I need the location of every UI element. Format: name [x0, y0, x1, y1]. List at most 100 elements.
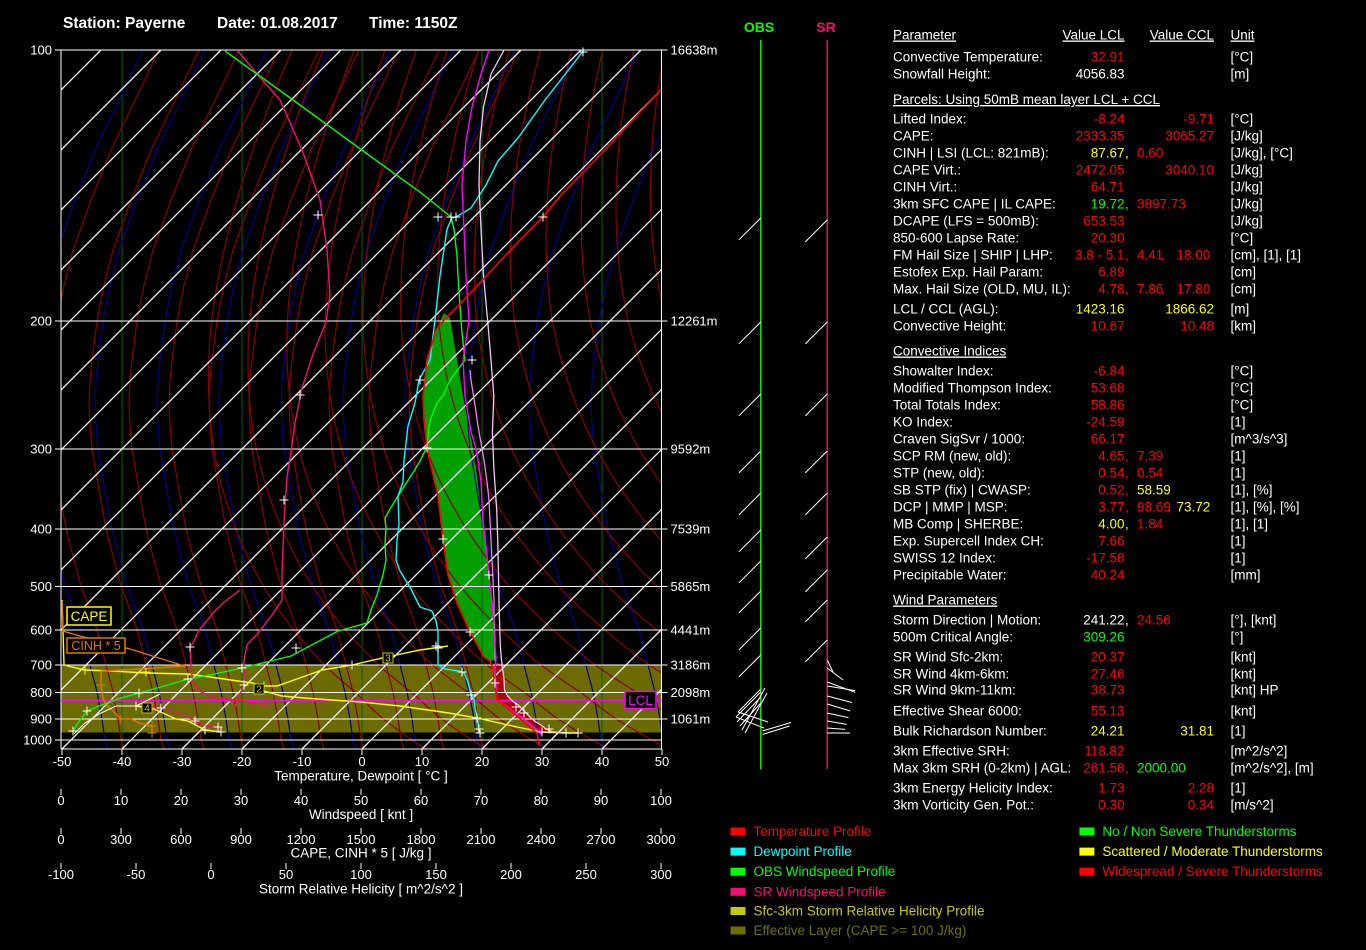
- svg-text:300: 300: [650, 867, 672, 882]
- svg-text:0: 0: [57, 832, 64, 847]
- svg-text:400: 400: [30, 522, 52, 537]
- svg-text:[J/kg]: [J/kg]: [1231, 197, 1263, 212]
- svg-text:0: 0: [57, 793, 64, 808]
- svg-text:261.58: 261.58: [1083, 761, 1124, 776]
- svg-text:4.78: 4.78: [1098, 282, 1124, 297]
- svg-text:Estofex Exp. Hail Param:: Estofex Exp. Hail Param:: [893, 265, 1043, 280]
- svg-text:Storm Relative Helicity [ m^2: Storm Relative Helicity [ m^2/s^2 ]: [259, 882, 463, 897]
- svg-text:7.39: 7.39: [1137, 449, 1163, 464]
- svg-text:Unit: Unit: [1231, 28, 1255, 43]
- svg-text:3186m: 3186m: [671, 658, 711, 673]
- svg-text:4: 4: [144, 704, 150, 715]
- svg-text:60: 60: [414, 793, 428, 808]
- svg-text:[°C]: [°C]: [1231, 381, 1254, 396]
- svg-text:58.59: 58.59: [1137, 483, 1171, 498]
- svg-text:800: 800: [30, 685, 52, 700]
- svg-text:40: 40: [294, 793, 308, 808]
- svg-text:-30: -30: [173, 754, 192, 769]
- svg-text:[km]: [km]: [1231, 319, 1257, 334]
- svg-text:500m Critical Angle:: 500m Critical Angle:: [893, 630, 1013, 645]
- svg-text:50: 50: [655, 754, 669, 769]
- svg-text:SB STP (fix) | CWASP:: SB STP (fix) | CWASP:: [893, 483, 1031, 498]
- svg-text:18.00: 18.00: [1177, 248, 1211, 263]
- svg-text:[m^2/s^2]: [m^2/s^2]: [1231, 744, 1288, 759]
- svg-text:,: ,: [1167, 500, 1171, 515]
- svg-text:OBS: OBS: [744, 19, 774, 35]
- svg-text:90: 90: [594, 793, 608, 808]
- svg-text:-40: -40: [113, 754, 132, 769]
- svg-text:850-600 Lapse Rate:: 850-600 Lapse Rate:: [893, 231, 1019, 246]
- svg-text:DCP | MMP | MSP:: DCP | MMP | MSP:: [893, 500, 1008, 515]
- svg-text:118.82: 118.82: [1084, 744, 1124, 759]
- svg-text:Date: 01.08.2017: Date: 01.08.2017: [217, 15, 338, 32]
- svg-text:2098m: 2098m: [671, 685, 711, 700]
- svg-text:DCAPE (LFS = 500mB):: DCAPE (LFS = 500mB):: [893, 214, 1039, 229]
- svg-text:0.54: 0.54: [1098, 466, 1125, 481]
- svg-text:SR: SR: [816, 19, 835, 35]
- svg-text:0: 0: [207, 867, 214, 882]
- svg-text:,: ,: [1125, 483, 1129, 498]
- svg-text:55.13: 55.13: [1091, 704, 1125, 719]
- svg-text:Bulk Richardson Number:: Bulk Richardson Number:: [893, 724, 1047, 739]
- svg-text:150: 150: [425, 867, 447, 882]
- svg-text:0: 0: [358, 754, 365, 769]
- svg-text:CAPE, CINH * 5 [ J/kg ]: CAPE, CINH * 5 [ J/kg ]: [290, 846, 431, 861]
- svg-text:7.86: 7.86: [1137, 282, 1163, 297]
- svg-text:0.30: 0.30: [1098, 798, 1124, 813]
- svg-text:[1], [%], [%]: [1], [%], [%]: [1231, 500, 1300, 515]
- svg-text:20: 20: [174, 793, 188, 808]
- svg-text:CAPE: CAPE: [71, 609, 108, 624]
- svg-text:Sfc-3km Storm Relative Helicit: Sfc-3km Storm Relative Helicity Profile: [754, 904, 985, 919]
- svg-text:,: ,: [1125, 613, 1129, 628]
- svg-text:700: 700: [30, 658, 52, 673]
- svg-text:,: ,: [1125, 282, 1129, 297]
- svg-text:-24.59: -24.59: [1086, 415, 1124, 430]
- svg-text:-6.84: -6.84: [1094, 364, 1125, 379]
- svg-text:[J/kg]: [J/kg]: [1231, 129, 1263, 144]
- svg-text:SCP RM (new, old):: SCP RM (new, old):: [893, 449, 1011, 464]
- svg-text:24.56: 24.56: [1137, 613, 1171, 628]
- svg-text:[m/s^2]: [m/s^2]: [1231, 798, 1274, 813]
- svg-text:STP (new, old):: STP (new, old):: [893, 466, 985, 481]
- svg-text:SR Windspeed Profile: SR Windspeed Profile: [754, 884, 886, 899]
- svg-text:100: 100: [30, 43, 52, 58]
- svg-text:4441m: 4441m: [671, 623, 711, 638]
- svg-text:1.84: 1.84: [1137, 517, 1164, 532]
- svg-text:30: 30: [234, 793, 248, 808]
- svg-text:16638m: 16638m: [671, 43, 718, 58]
- svg-text:20.30: 20.30: [1091, 231, 1125, 246]
- svg-text:MB Comp | SHERBE:: MB Comp | SHERBE:: [893, 517, 1023, 532]
- svg-text:Convective Height:: Convective Height:: [893, 319, 1006, 334]
- svg-text:CAPE:: CAPE:: [893, 129, 934, 144]
- svg-text:SR Wind 9km-11km:: SR Wind 9km-11km:: [893, 683, 1016, 698]
- svg-text:17.80: 17.80: [1177, 282, 1211, 297]
- svg-text:[J/kg]: [J/kg]: [1231, 163, 1263, 178]
- svg-text:2: 2: [256, 685, 262, 696]
- svg-text:1061m: 1061m: [671, 712, 711, 727]
- svg-text:250: 250: [575, 867, 597, 882]
- svg-text:[cm], [1], [1]: [cm], [1], [1]: [1231, 248, 1302, 263]
- svg-text:[°C]: [°C]: [1231, 231, 1254, 246]
- svg-text:3040.10: 3040.10: [1165, 163, 1214, 178]
- svg-text:900: 900: [230, 832, 252, 847]
- svg-text:-50: -50: [127, 867, 146, 882]
- svg-text:1423.16: 1423.16: [1076, 302, 1125, 317]
- svg-text:30: 30: [535, 754, 549, 769]
- svg-text:[knt]: [knt]: [1231, 650, 1257, 665]
- svg-text:Modified Thompson Index:: Modified Thompson Index:: [893, 381, 1052, 396]
- svg-text:Effective Layer (CAPE >= 100 J: Effective Layer (CAPE >= 100 J/kg): [754, 923, 967, 938]
- svg-text:241.22: 241.22: [1083, 613, 1124, 628]
- svg-text:Station: Payerne: Station: Payerne: [63, 15, 186, 32]
- svg-text:3.8 - 5.1: 3.8 - 5.1: [1075, 248, 1125, 263]
- svg-text:0.54: 0.54: [1137, 466, 1164, 481]
- svg-text:[knt] HP: [knt] HP: [1231, 683, 1279, 698]
- svg-text:40: 40: [595, 754, 609, 769]
- svg-text:Craven SigSvr / 1000:: Craven SigSvr / 1000:: [893, 432, 1025, 447]
- svg-text:[J/kg]: [J/kg]: [1231, 214, 1263, 229]
- svg-text:Parcels: Using 50mB mean layer: Parcels: Using 50mB mean layer LCL + CCL: [893, 92, 1160, 107]
- svg-text:CINH | LSI (LCL: 821mB):: CINH | LSI (LCL: 821mB):: [893, 146, 1049, 161]
- svg-text:[m]: [m]: [1231, 67, 1250, 82]
- svg-text:Value CCL: Value CCL: [1150, 28, 1215, 43]
- svg-text:LCL / CCL (AGL):: LCL / CCL (AGL):: [893, 302, 999, 317]
- svg-text:[1]: [1]: [1231, 449, 1246, 464]
